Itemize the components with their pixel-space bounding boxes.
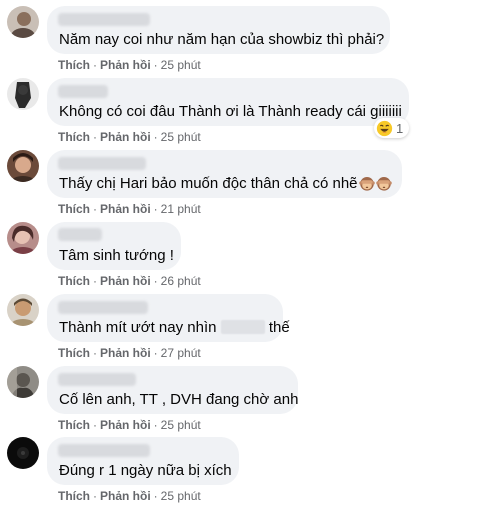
separator: · [93,274,97,288]
avatar[interactable] [7,6,39,38]
like-link[interactable]: Thích [58,418,90,432]
comment-bubble: Thành mít ướt nay nhìn thế [47,294,290,342]
comment-actions: Thích · Phản hồi · 25 phút [58,58,201,72]
comment-bubble: Cố lên anh, TT , DVH đang chờ anh [47,366,298,414]
like-link[interactable]: Thích [58,489,90,503]
comment-actions: Thích · Phản hồi · 25 phút [58,130,201,144]
avatar[interactable] [7,437,39,469]
timestamp[interactable]: 25 phút [161,130,201,144]
separator: · [93,418,97,432]
like-link[interactable]: Thích [58,346,90,360]
comment-bubble: Đúng r 1 ngày nữa bị xích [47,437,239,485]
avatar[interactable] [7,294,39,326]
like-link[interactable]: Thích [58,130,90,144]
separator: · [153,346,158,360]
reply-link[interactable]: Phản hồi [100,274,151,288]
reply-link[interactable]: Phản hồi [100,58,151,72]
reply-link[interactable]: Phản hồi [100,130,151,144]
comment-text-before: Thành mít ướt nay nhìn [59,319,217,336]
commenter-name-blurred[interactable] [58,157,146,170]
comment-text: Không có coi đâu Thành ơi là Thành ready… [59,103,402,120]
comment-text: Tâm sinh tướng ! [59,247,174,264]
reaction-count: 1 [396,120,404,136]
reply-link[interactable]: Phản hồi [100,202,151,216]
separator: · [153,418,158,432]
see-no-evil-monkey-icon [358,177,375,191]
timestamp[interactable]: 21 phút [161,202,201,216]
comment-list: Năm nay coi như năm hạn của showbiz thì … [0,0,483,505]
separator: · [153,202,158,216]
comment-text-content: Thấy chị Hari bảo muốn độc thân chả có n… [59,175,358,192]
separator: · [153,274,158,288]
timestamp[interactable]: 25 phút [161,418,201,432]
like-link[interactable]: Thích [58,58,90,72]
separator: · [93,346,97,360]
comment-text-after: thế [268,319,290,336]
like-link[interactable]: Thích [58,274,90,288]
comment-actions: Thích · Phản hồi · 26 phút [58,274,201,288]
separator: · [153,130,158,144]
comment-text: Thành mít ướt nay nhìn thế [59,318,290,337]
comment-actions: Thích · Phản hồi · 21 phút [58,202,201,216]
timestamp[interactable]: 27 phút [161,346,201,360]
like-link[interactable]: Thích [58,202,90,216]
comment-text: Đúng r 1 ngày nữa bị xích [59,462,232,479]
reply-link[interactable]: Phản hồi [100,418,151,432]
comment-bubble: Tâm sinh tướng ! [47,222,181,270]
separator: · [93,130,97,144]
comment-bubble: Không có coi đâu Thành ơi là Thành ready… [47,78,409,126]
comment-text: Thấy chị Hari bảo muốn độc thân chả có n… [59,174,392,193]
comment-actions: Thích · Phản hồi · 27 phút [58,346,201,360]
timestamp[interactable]: 26 phút [161,274,201,288]
comment-text: Cố lên anh, TT , DVH đang chờ anh [59,391,299,408]
separator: · [93,202,97,216]
comment-text: Năm nay coi như năm hạn của showbiz thì … [59,31,385,48]
avatar[interactable] [7,222,39,254]
reply-link[interactable]: Phản hồi [100,346,151,360]
separator: · [93,58,97,72]
reaction-summary[interactable]: 1 [374,118,410,138]
separator: · [153,58,158,72]
timestamp[interactable]: 25 phút [161,58,201,72]
commenter-name-blurred[interactable] [58,444,150,457]
timestamp[interactable]: 25 phút [161,489,201,503]
comment-bubble: Thấy chị Hari bảo muốn độc thân chả có n… [47,150,402,198]
avatar[interactable] [7,366,39,398]
commenter-name-blurred[interactable] [58,85,108,98]
avatar[interactable] [7,150,39,182]
laughing-emoji-icon [376,120,393,136]
commenter-name-blurred[interactable] [58,301,148,314]
comment-bubble: Năm nay coi như năm hạn của showbiz thì … [47,6,390,54]
commenter-name-blurred[interactable] [58,373,136,386]
separator: · [153,489,158,503]
censored-word-blur [220,320,265,334]
reply-link[interactable]: Phản hồi [100,489,151,503]
commenter-name-blurred[interactable] [58,228,102,241]
comment-actions: Thích · Phản hồi · 25 phút [58,418,201,432]
avatar[interactable] [7,78,39,110]
separator: · [93,489,97,503]
commenter-name-blurred[interactable] [58,13,150,26]
comment-actions: Thích · Phản hồi · 25 phút [58,489,201,503]
see-no-evil-monkey-icon [375,177,392,191]
